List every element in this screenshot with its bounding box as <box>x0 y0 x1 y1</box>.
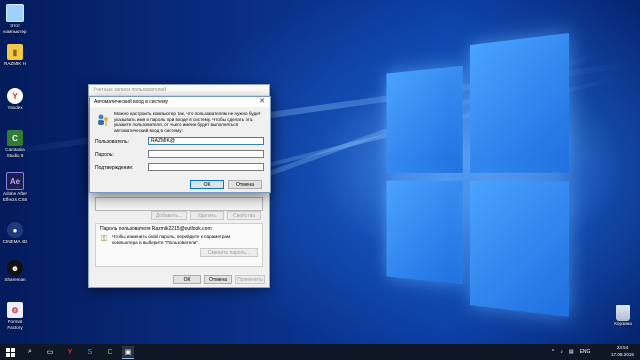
search-icon[interactable]: ⌕ <box>24 346 36 358</box>
username-label: Пользователь: <box>95 139 129 145</box>
dialog-ok-button[interactable]: ОК <box>190 180 224 189</box>
password-field[interactable] <box>148 150 264 158</box>
task-view-icon[interactable]: ▭ <box>44 346 56 358</box>
username-field[interactable]: RAZMIK@ <box>148 137 264 145</box>
windows-logo <box>386 32 569 318</box>
add-user-button[interactable]: Добавить... <box>151 211 187 220</box>
window-title: Учетные записи пользователей <box>89 85 269 95</box>
ok-button[interactable]: ОК <box>173 275 201 284</box>
user-list[interactable] <box>95 197 263 211</box>
windows-logo-pane <box>470 181 569 318</box>
desktop-icon-after-effects[interactable]: Ae Adobe After Effects CS6 <box>0 172 30 202</box>
after-effects-icon: Ae <box>6 172 24 190</box>
dialog-description: Можно настроить компьютер так, что польз… <box>114 111 261 133</box>
skype-icon[interactable]: S <box>84 346 96 358</box>
desktop-icon-recycle-bin[interactable]: Корзина <box>608 305 638 326</box>
yandex-icon: Y <box>7 88 23 104</box>
user-accounts-taskbar-icon[interactable]: ▣ <box>122 346 134 359</box>
apply-button[interactable]: Применить <box>235 275 265 284</box>
desktop-icon-shareman[interactable]: ☻ Shareman <box>0 260 30 283</box>
password-group-text: Чтобы изменить свой пароль, перейдите к … <box>112 234 231 245</box>
dialog-titlebar: Автоматический вход в систему ✕ <box>90 97 270 107</box>
users-keys-icon <box>96 113 110 127</box>
confirm-password-field[interactable] <box>148 163 264 171</box>
reset-password-button[interactable]: Сменить пароль... <box>200 248 258 257</box>
close-icon[interactable]: ✕ <box>257 97 267 107</box>
desktop-icon-this-pc[interactable]: Этот компьютер <box>0 4 30 34</box>
computer-icon <box>6 4 24 22</box>
password-label: Пароль: <box>95 152 114 158</box>
volume-icon[interactable]: ♪ <box>560 349 563 355</box>
desktop-icon-camtasia[interactable]: C Camtasia Studio 8 <box>0 130 30 158</box>
tray-chevron-icon[interactable]: ^ <box>552 349 554 355</box>
start-button[interactable] <box>4 346 16 358</box>
system-tray: ^ ♪ ▤ ENG <box>552 344 590 360</box>
desktop-icon-yandex[interactable]: Y Yandex <box>0 88 30 111</box>
confirm-password-label: Подтверждение: <box>95 165 134 171</box>
recycle-bin-icon <box>616 305 630 321</box>
language-indicator[interactable]: ENG <box>580 349 591 355</box>
windows-logo-pane <box>386 65 463 174</box>
dialog-title: Автоматический вход в систему <box>94 99 169 105</box>
clock-date: 17.08.2015 <box>611 351 634 357</box>
format-factory-icon: ⚙ <box>7 302 23 318</box>
shareman-icon: ☻ <box>7 260 23 276</box>
auto-login-dialog: Автоматический вход в систему ✕ Можно на… <box>89 96 271 193</box>
network-icon[interactable]: ▤ <box>569 349 574 355</box>
dialog-cancel-button[interactable]: Отмена <box>228 180 262 189</box>
remove-user-button[interactable]: Удалить <box>190 211 224 220</box>
camtasia-taskbar-icon[interactable]: C <box>104 346 116 358</box>
desktop: Этот компьютер ▮ RAZMIK H Y Yandex C Cam… <box>0 0 640 344</box>
windows-logo-pane <box>386 180 463 285</box>
camtasia-icon: C <box>7 130 23 146</box>
clock[interactable]: 23:54 17.08.2015 <box>611 345 634 358</box>
yandex-taskbar-icon[interactable]: Y <box>64 346 76 358</box>
windows-logo-pane <box>470 32 569 174</box>
password-group: Пароль пользователя Razmik2215@outlook.c… <box>95 223 263 267</box>
password-group-title: Пароль пользователя Razmik2215@outlook.c… <box>100 226 212 232</box>
folder-icon: ▮ <box>7 44 23 60</box>
properties-button[interactable]: Свойства <box>227 211 261 220</box>
windows-start-icon <box>5 347 15 357</box>
cancel-button[interactable]: Отмена <box>204 275 232 284</box>
desktop-icon-format-factory[interactable]: ⚙ Format Factory <box>0 302 30 330</box>
cinema4d-icon: ● <box>7 222 23 238</box>
desktop-icon-razmik[interactable]: ▮ RAZMIK H <box>0 44 30 67</box>
desktop-icon-cinema4d[interactable]: ● CINEMA 4D <box>0 222 30 245</box>
taskbar: ⌕ ▭ Y S C ▣ ^ ♪ ▤ ENG 23:54 17.08.2015 <box>0 344 640 360</box>
key-icon: ⚿ <box>101 234 108 243</box>
